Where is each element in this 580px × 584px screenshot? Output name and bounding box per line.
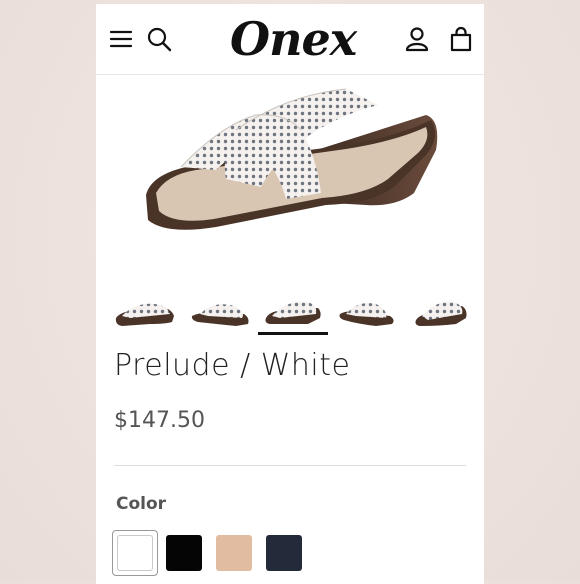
product-hero-image[interactable] bbox=[96, 75, 484, 285]
account-icon[interactable] bbox=[404, 26, 430, 52]
swatch-tan[interactable] bbox=[216, 535, 252, 571]
thumbnail-4[interactable] bbox=[332, 294, 402, 332]
swatch-white[interactable] bbox=[117, 535, 153, 571]
swatch-black[interactable] bbox=[166, 535, 202, 571]
menu-icon[interactable] bbox=[108, 26, 134, 52]
brand-logo[interactable]: Onex bbox=[230, 8, 357, 70]
swatch-navy[interactable] bbox=[266, 535, 302, 571]
thumbnail-strip bbox=[110, 294, 470, 335]
color-label: Color bbox=[116, 494, 167, 514]
product-title: Prelude / White bbox=[114, 348, 351, 383]
divider bbox=[114, 465, 466, 466]
product-page: Onex Prelude / White $147.50 Color bbox=[96, 4, 484, 584]
thumbnail-5[interactable] bbox=[406, 294, 476, 332]
thumbnail-2[interactable] bbox=[186, 294, 256, 332]
search-icon[interactable] bbox=[146, 26, 172, 52]
site-header: Onex bbox=[96, 4, 484, 75]
thumbnail-1[interactable] bbox=[110, 294, 180, 332]
cart-icon[interactable] bbox=[448, 26, 474, 52]
thumbnail-3[interactable] bbox=[258, 294, 328, 335]
product-price: $147.50 bbox=[114, 408, 205, 433]
